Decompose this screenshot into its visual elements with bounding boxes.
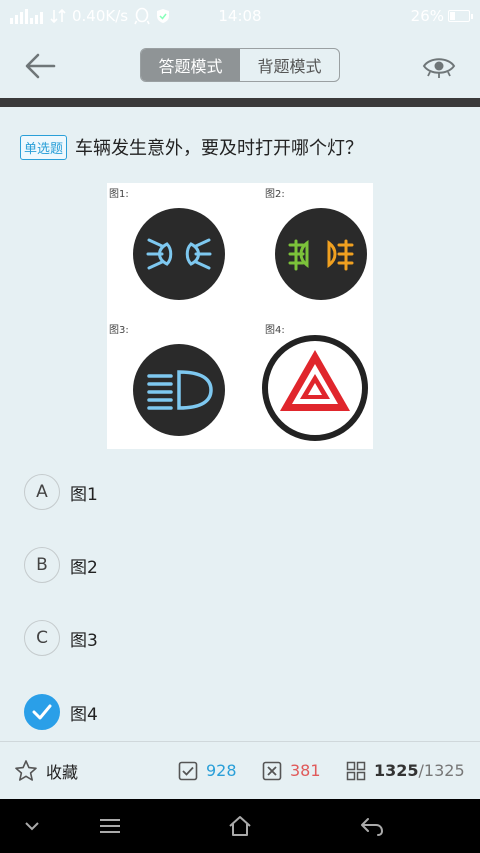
back-button[interactable]	[20, 48, 60, 84]
low-beam-icon	[133, 344, 225, 436]
check-box-icon	[178, 761, 198, 780]
checkmark-icon	[32, 704, 52, 720]
qq-icon	[134, 7, 150, 25]
network-speed: 0.40K/s	[72, 7, 129, 25]
option-text: 图1	[70, 484, 98, 505]
system-nav-bar	[0, 799, 480, 853]
shield-icon	[157, 9, 170, 23]
mode-toggle: 答题模式 背题模式	[140, 48, 340, 82]
wrong-count-button[interactable]: 381	[262, 761, 321, 781]
option-text: 图4	[70, 704, 98, 725]
option-checked-marker	[24, 694, 60, 730]
cross-box-icon	[262, 761, 282, 780]
option-text: 图2	[70, 557, 98, 578]
question-image: 图1: 图2: 图3: 图4:	[107, 183, 373, 449]
chevron-down-icon	[25, 822, 39, 831]
battery-icon	[448, 10, 473, 22]
home-nav-button[interactable]	[226, 813, 254, 839]
hide-nav-button[interactable]	[18, 813, 46, 839]
correct-count: 928	[206, 761, 237, 780]
question-type-badge: 单选题	[20, 134, 68, 160]
status-bar: 0.40K/s 14:08 26%	[0, 0, 480, 32]
tab-answer-mode[interactable]: 答题模式	[141, 49, 240, 81]
menu-icon	[100, 819, 120, 833]
option-c[interactable]: C 图3	[24, 620, 324, 656]
option-letter: C	[24, 620, 60, 656]
mobile-data-icon	[50, 8, 66, 24]
clearance-lamp-icon	[133, 208, 225, 300]
option-letter: A	[24, 474, 60, 510]
progress-total: /1325	[418, 761, 465, 780]
arrow-left-icon	[25, 53, 56, 79]
hazard-warning-icon	[262, 335, 368, 441]
grid-icon	[346, 761, 366, 780]
correct-count-button[interactable]: 928	[178, 761, 237, 781]
battery-percent: 26%	[410, 7, 444, 25]
top-bar: 答题模式 背题模式	[0, 32, 480, 98]
banner-strip	[0, 98, 480, 107]
menu-nav-button[interactable]	[96, 813, 124, 839]
return-icon	[361, 818, 383, 836]
option-letter: B	[24, 547, 60, 583]
question-text: 车辆发生意外，要及时打开哪个灯？	[75, 138, 364, 159]
back-nav-button[interactable]	[358, 813, 386, 839]
star-icon	[15, 759, 37, 781]
fog-lamp-icon	[275, 208, 367, 300]
favorite-label: 收藏	[46, 762, 79, 782]
option-d[interactable]: 图4	[24, 694, 324, 730]
question-grid-button[interactable]: 1325/1325	[346, 761, 465, 781]
eye-icon	[422, 58, 456, 78]
signal-icon	[10, 9, 43, 24]
bottom-bar: 收藏 928 381 1325/1325	[0, 741, 480, 799]
favorite-button[interactable]: 收藏	[14, 759, 78, 783]
progress-current: 1325	[374, 761, 419, 780]
option-text: 图3	[70, 630, 98, 651]
tab-memorize-mode[interactable]: 背题模式	[240, 49, 339, 81]
wrong-count: 381	[290, 761, 321, 780]
question: 单选题 车辆发生意外，要及时打开哪个灯？	[20, 134, 470, 160]
eye-button[interactable]	[422, 52, 456, 80]
option-b[interactable]: B 图2	[24, 547, 324, 583]
home-icon	[229, 816, 251, 836]
option-a[interactable]: A 图1	[24, 474, 324, 510]
